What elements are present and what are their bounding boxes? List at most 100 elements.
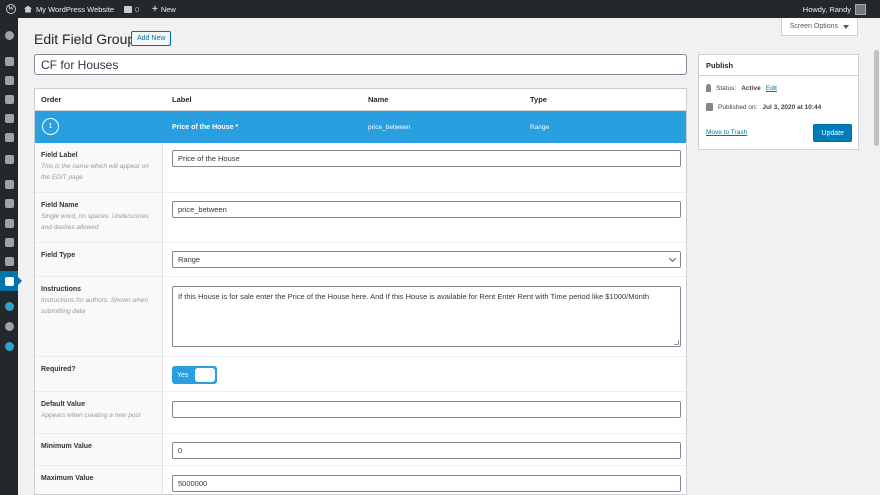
home-menu-icon[interactable]	[0, 70, 18, 90]
setting-title: Default Value	[41, 401, 85, 408]
tools-icon[interactable]	[0, 232, 18, 252]
setting-label-cell: Instructions Instructions for authors. S…	[35, 277, 163, 356]
field-type-select[interactable]: Range	[172, 251, 681, 268]
setting-description: This is the name which will appear on th…	[41, 163, 150, 181]
setting-default-value: Default Value Appears when creating a ne…	[35, 392, 686, 434]
publish-box: Publish Status: Active Edit Published on…	[698, 54, 859, 150]
setting-title: Maximum Value	[41, 475, 94, 482]
status-edit-link[interactable]: Edit	[766, 85, 777, 92]
user-account-menu[interactable]: Howdy, Randy	[803, 0, 866, 18]
pin-icon	[706, 84, 711, 92]
setting-title: Instructions	[41, 286, 82, 293]
published-date: Jul 3, 2020 at 10:44	[762, 103, 822, 111]
pushpin-2-icon[interactable]	[0, 149, 18, 169]
published-row: Published on: Jul 3, 2020 at 10:44	[706, 103, 821, 111]
page-title: Edit Field Group	[34, 31, 136, 47]
default-value-input[interactable]	[172, 401, 681, 418]
pages-icon[interactable]	[0, 108, 18, 128]
caret-down-icon	[843, 24, 849, 29]
wp-logo-glyph: W	[6, 4, 16, 14]
comments-count: 0	[135, 4, 140, 14]
setting-label-cell: Field Name Single word, no spaces. Under…	[35, 193, 163, 242]
site-name-label: My WordPress Website	[36, 4, 115, 14]
users-icon[interactable]	[0, 213, 18, 233]
comments-link[interactable]: 0	[124, 0, 139, 18]
toggle-label: Yes	[177, 371, 189, 379]
resize-handle-icon[interactable]	[674, 340, 679, 345]
media-icon[interactable]	[0, 89, 18, 109]
setting-field-label: Field Label This is the name which will …	[35, 143, 686, 193]
setting-description: Instructions for authors. Shown when sub…	[41, 297, 148, 315]
publish-title: Publish	[699, 55, 858, 76]
setting-field-type: Field Type Range	[35, 243, 686, 277]
custom-fields-icon[interactable]	[0, 271, 22, 291]
wordpress-logo-icon[interactable]: W	[4, 0, 18, 18]
scrollbar[interactable]	[873, 18, 880, 495]
setting-instructions: Instructions Instructions for authors. S…	[35, 277, 686, 357]
instructions-textarea[interactable]: If this House is for sale enter the Pric…	[172, 286, 681, 347]
site-name-link[interactable]: My WordPress Website	[24, 0, 114, 18]
avatar	[855, 3, 866, 15]
table-header: Order Label Name Type	[35, 89, 686, 111]
column-header-order: Order	[41, 95, 62, 104]
dashboard-icon[interactable]	[0, 25, 18, 45]
row-label[interactable]: Price of the House *	[172, 111, 238, 143]
add-new-button[interactable]: Add New	[131, 31, 172, 46]
move-to-trash-link[interactable]: Move to Trash	[706, 129, 747, 136]
field-name-input[interactable]: price_between	[172, 201, 681, 218]
setting-field-name: Field Name Single word, no spaces. Under…	[35, 193, 686, 243]
row-name: price_between	[368, 123, 411, 131]
setting-description: Single word, no spaces. Underscores and …	[41, 213, 149, 231]
setting-title: Field Name	[41, 202, 79, 209]
column-header-type: Type	[530, 95, 547, 104]
status-row: Status: Active Edit	[706, 84, 777, 92]
toggle-knob	[195, 368, 215, 382]
setting-label-cell: Field Type	[35, 243, 163, 276]
admin-menu	[0, 18, 22, 495]
plugins-icon[interactable]	[0, 193, 18, 213]
setting-maximum-value: Maximum Value 5000000	[35, 466, 686, 494]
comments-menu-icon[interactable]	[0, 127, 18, 147]
status-label: Status:	[716, 84, 737, 92]
field-group-title-input[interactable]: CF for Houses	[34, 54, 687, 75]
field-type-value: Range	[172, 251, 681, 268]
setting-label-cell: Maximum Value	[35, 466, 163, 494]
new-content-link[interactable]: + New	[152, 0, 176, 18]
screen-options-label: Screen Options	[789, 23, 838, 30]
setting-title: Minimum Value	[41, 443, 92, 450]
setting-required: Required? Yes	[35, 357, 686, 392]
update-button[interactable]: Update	[813, 124, 852, 142]
order-badge[interactable]: 1	[42, 118, 59, 135]
setting-title: Field Label	[41, 152, 78, 159]
screen-options-button[interactable]: Screen Options	[780, 18, 858, 36]
calendar-icon	[706, 103, 713, 111]
setting-minimum-value: Minimum Value 0	[35, 434, 686, 466]
settings-icon[interactable]	[0, 251, 18, 271]
column-header-label: Label	[172, 95, 192, 104]
setting-title: Required?	[41, 366, 76, 373]
setting-label-cell: Required?	[35, 357, 163, 391]
setting-description: Appears when creating a new post	[41, 412, 141, 419]
home-icon	[24, 5, 32, 13]
published-label: Published on:	[718, 103, 758, 111]
play-icon[interactable]	[0, 336, 18, 356]
column-header-name: Name	[368, 95, 389, 104]
minimum-value-input[interactable]: 0	[172, 442, 681, 459]
field-label-input[interactable]: Price of the House	[172, 150, 681, 167]
required-toggle[interactable]: Yes	[172, 366, 217, 384]
admin-bar: W My WordPress Website 0 + New Howdy, Ra…	[0, 0, 880, 18]
setting-title: Field Type	[41, 252, 76, 259]
appearance-icon[interactable]	[0, 174, 18, 194]
plugin-2-icon[interactable]	[0, 316, 18, 336]
plugin-1-icon[interactable]	[0, 296, 18, 316]
scrollbar-thumb[interactable]	[874, 50, 879, 146]
maximum-value-input[interactable]: 5000000	[172, 475, 681, 492]
status-value: Active	[741, 84, 761, 92]
setting-label-cell: Default Value Appears when creating a ne…	[35, 392, 163, 433]
pushpin-icon[interactable]	[0, 51, 18, 71]
table-row[interactable]: 1 Price of the House * price_between Ran…	[35, 111, 686, 143]
fields-table: Order Label Name Type 1 Price of the Hou…	[34, 88, 687, 495]
instructions-text: If this House is for sale enter the Pric…	[178, 292, 650, 301]
setting-label-cell: Minimum Value	[35, 434, 163, 465]
new-label: New	[160, 4, 176, 14]
